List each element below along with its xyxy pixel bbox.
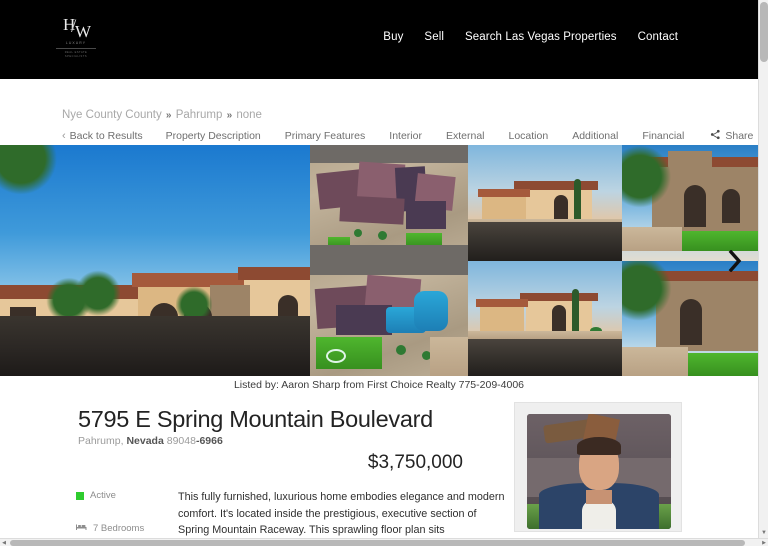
breadcrumb-separator-1: » xyxy=(165,110,172,121)
breadcrumb-separator-2: » xyxy=(226,110,233,121)
nav-item-buy[interactable]: Buy xyxy=(383,31,403,43)
gallery-photo-6[interactable] xyxy=(468,261,622,376)
tab-financial[interactable]: Financial xyxy=(642,130,684,142)
property-zip4: 6966 xyxy=(199,435,223,447)
scroll-right-arrow-icon[interactable]: ▶ xyxy=(760,539,768,546)
breadcrumb-area: none xyxy=(236,109,262,121)
vertical-scrollbar-thumb[interactable] xyxy=(760,2,768,62)
tab-property-description[interactable]: Property Description xyxy=(166,130,261,142)
scroll-down-arrow-icon[interactable]: ▼ xyxy=(759,528,768,538)
property-heading: 5795 E Spring Mountain Boulevard Pahrump… xyxy=(78,406,498,447)
back-to-results-label: Back to Results xyxy=(69,130,143,142)
main-navigation: Buy Sell Search Las Vegas Properties Con… xyxy=(383,31,678,43)
property-detail-section: 5795 E Spring Mountain Boulevard Pahrump… xyxy=(0,394,758,536)
nav-item-contact[interactable]: Contact xyxy=(638,31,678,43)
page-title: 5795 E Spring Mountain Boulevard xyxy=(78,406,433,432)
property-price: $3,750,000 xyxy=(367,452,463,473)
scroll-left-arrow-icon[interactable]: ◀ xyxy=(0,539,8,546)
logo-letter-w: W xyxy=(75,22,91,41)
back-to-results-link[interactable]: ‹ Back to Results xyxy=(62,130,143,142)
property-description-text: This fully furnished, luxurious home emb… xyxy=(178,491,505,536)
gallery-thumbnail-grid xyxy=(310,145,758,376)
horizontal-scrollbar-thumb[interactable] xyxy=(10,540,745,546)
logo-subtagline: REAL ESTATE SPECIALISTS xyxy=(64,51,88,58)
property-location: Pahrump, Nevada 89048-6966 xyxy=(78,435,498,447)
listing-agent-card[interactable] xyxy=(514,402,682,532)
location-comma: , xyxy=(120,435,124,447)
breadcrumb-county[interactable]: Nye County County xyxy=(62,109,162,121)
tab-external[interactable]: External xyxy=(446,130,485,142)
share-label: Share xyxy=(725,130,754,142)
gallery-photo-main[interactable] xyxy=(0,145,310,376)
chevron-left-icon: ‹ xyxy=(62,130,66,142)
tab-additional[interactable]: Additional xyxy=(572,130,618,142)
tab-location[interactable]: Location xyxy=(509,130,549,142)
agent-photo xyxy=(527,414,671,529)
breadcrumb-and-tabs: Nye County County » Pahrump » none ‹ Bac… xyxy=(0,79,758,145)
property-facts: Active 7 Bedrooms xyxy=(76,490,172,538)
status-square-icon xyxy=(76,491,84,500)
page-content: H / W LUXURY REAL ESTATE SPECIALISTS Buy… xyxy=(0,0,758,538)
property-state: Nevada xyxy=(126,435,164,447)
logo-monogram-icon: H / W xyxy=(59,14,93,41)
logo-divider xyxy=(56,48,96,49)
share-icon xyxy=(710,129,721,143)
bedrooms-label: 7 Bedrooms xyxy=(93,523,145,534)
property-photo-gallery xyxy=(0,145,758,376)
tab-interior[interactable]: Interior xyxy=(389,130,422,142)
gallery-photo-2[interactable] xyxy=(310,145,468,261)
gallery-photo-3[interactable] xyxy=(468,145,622,261)
property-city: Pahrump xyxy=(78,435,121,447)
bed-icon xyxy=(76,523,87,534)
property-zip5: 89048 xyxy=(166,435,196,447)
nav-item-search-las-vegas-properties[interactable]: Search Las Vegas Properties xyxy=(465,31,617,43)
bedrooms-fact: 7 Bedrooms xyxy=(76,523,172,534)
gallery-next-button[interactable] xyxy=(726,246,744,276)
horizontal-scrollbar[interactable]: ◀ ▶ xyxy=(0,538,768,546)
gallery-photo-5[interactable] xyxy=(310,261,468,376)
nav-item-sell[interactable]: Sell xyxy=(424,31,444,43)
breadcrumb: Nye County County » Pahrump » none xyxy=(62,109,262,121)
site-logo[interactable]: H / W LUXURY REAL ESTATE SPECIALISTS xyxy=(55,14,97,64)
vertical-scrollbar[interactable]: ▲ ▼ xyxy=(758,0,768,538)
tab-primary-features[interactable]: Primary Features xyxy=(285,130,366,142)
listing-agent-line: Listed by: Aaron Sharp from First Choice… xyxy=(0,376,758,394)
browser-viewport: H / W LUXURY REAL ESTATE SPECIALISTS Buy… xyxy=(0,0,768,546)
property-tab-bar: ‹ Back to Results Property Description P… xyxy=(62,129,753,143)
gallery-photo-7[interactable] xyxy=(622,261,758,376)
status-label: Active xyxy=(90,490,116,501)
breadcrumb-city[interactable]: Pahrump xyxy=(176,109,223,121)
site-header: H / W LUXURY REAL ESTATE SPECIALISTS Buy… xyxy=(0,0,758,79)
share-button[interactable]: Share xyxy=(710,129,753,143)
status-badge: Active xyxy=(76,490,172,501)
gallery-photo-4[interactable] xyxy=(622,145,758,261)
